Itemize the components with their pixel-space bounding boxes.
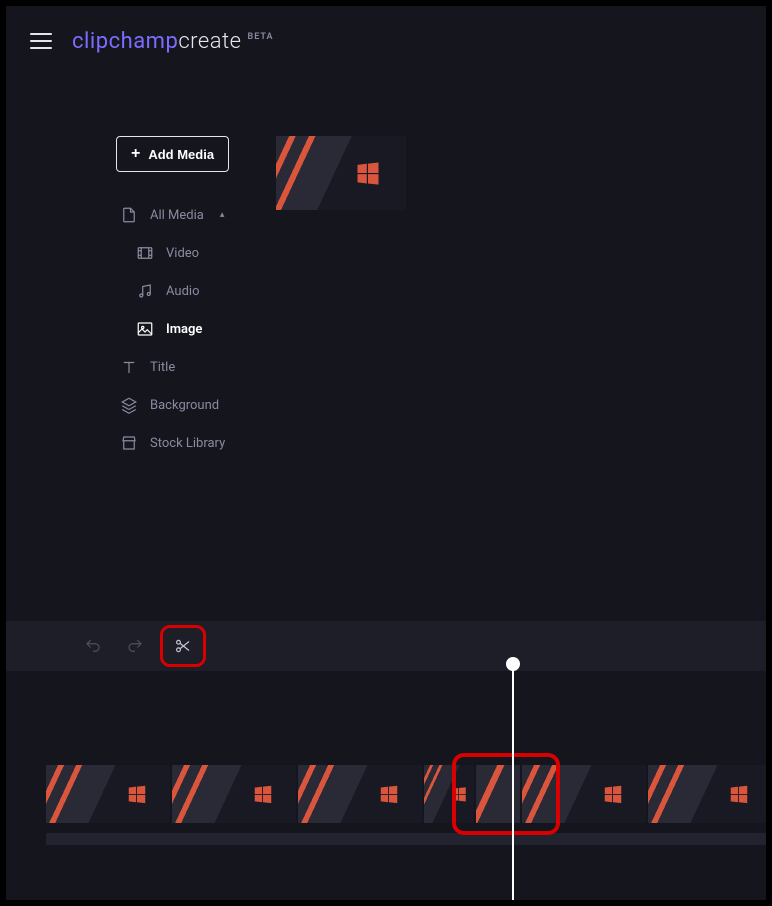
windows-icon	[354, 159, 382, 187]
sidebar-item-video[interactable]: Video	[136, 234, 266, 272]
image-icon	[136, 320, 154, 338]
sidebar-item-background[interactable]: Background	[120, 386, 266, 424]
add-media-label: Add Media	[148, 147, 214, 162]
timeline-clip[interactable]	[172, 765, 296, 823]
timeline-clip[interactable]	[648, 765, 766, 823]
sidebar-item-label: Title	[150, 360, 175, 375]
split-button-highlight	[160, 625, 206, 667]
beta-badge: BETA	[248, 32, 274, 42]
text-icon	[120, 358, 138, 376]
timeline-clip-split-a[interactable]	[424, 765, 474, 823]
sidebar-item-label: Background	[150, 398, 219, 413]
media-thumbnail[interactable]	[276, 136, 406, 210]
logo-brand-2: create	[178, 29, 241, 54]
sidebar-item-label: All Media	[150, 208, 204, 223]
store-icon	[120, 434, 138, 452]
chevron-up-icon: ▴	[220, 210, 225, 220]
media-sidebar: + Add Media All Media ▴ Video	[116, 136, 266, 621]
windows-icon	[252, 783, 274, 805]
app-frame: clipchampcreate BETA + Add Media All Medi…	[6, 6, 766, 900]
windows-icon	[126, 783, 148, 805]
split-button[interactable]	[166, 629, 200, 663]
windows-icon	[728, 783, 750, 805]
music-icon	[136, 282, 154, 300]
media-library	[266, 136, 406, 621]
timeline-clip[interactable]	[298, 765, 422, 823]
film-icon	[136, 244, 154, 262]
plus-icon: +	[131, 146, 140, 162]
menu-icon[interactable]	[30, 33, 52, 49]
top-bar: clipchampcreate BETA	[6, 6, 766, 76]
sidebar-item-label: Stock Library	[150, 436, 225, 451]
sidebar-item-label: Image	[166, 322, 202, 337]
sidebar-item-title[interactable]: Title	[120, 348, 266, 386]
playhead[interactable]	[512, 661, 514, 900]
sidebar-item-all-media[interactable]: All Media ▴	[120, 196, 266, 234]
timeline-scrollbar[interactable]	[46, 833, 766, 845]
sidebar-item-stock-library[interactable]: Stock Library	[120, 424, 266, 462]
sidebar-item-label: Video	[166, 246, 199, 261]
undo-button[interactable]	[76, 629, 110, 663]
sidebar-item-image[interactable]: Image	[136, 310, 266, 348]
timeline-panel	[6, 671, 766, 900]
timeline-track[interactable]	[46, 765, 766, 823]
logo: clipchampcreate BETA	[72, 29, 274, 54]
timeline-clip[interactable]	[522, 765, 646, 823]
logo-brand-1: clipchamp	[72, 29, 178, 54]
windows-icon	[450, 785, 468, 803]
sidebar-item-label: Audio	[166, 284, 199, 299]
timeline-clip[interactable]	[46, 765, 170, 823]
timeline-toolbar	[6, 621, 766, 671]
thumbnail-art	[276, 136, 406, 210]
layers-icon	[120, 396, 138, 414]
windows-icon	[378, 783, 400, 805]
document-icon	[120, 206, 138, 224]
redo-button[interactable]	[118, 629, 152, 663]
sidebar-item-audio[interactable]: Audio	[136, 272, 266, 310]
scissors-icon	[174, 637, 192, 655]
main-panel: + Add Media All Media ▴ Video	[6, 76, 766, 621]
windows-icon	[602, 783, 624, 805]
add-media-button[interactable]: + Add Media	[116, 136, 229, 172]
